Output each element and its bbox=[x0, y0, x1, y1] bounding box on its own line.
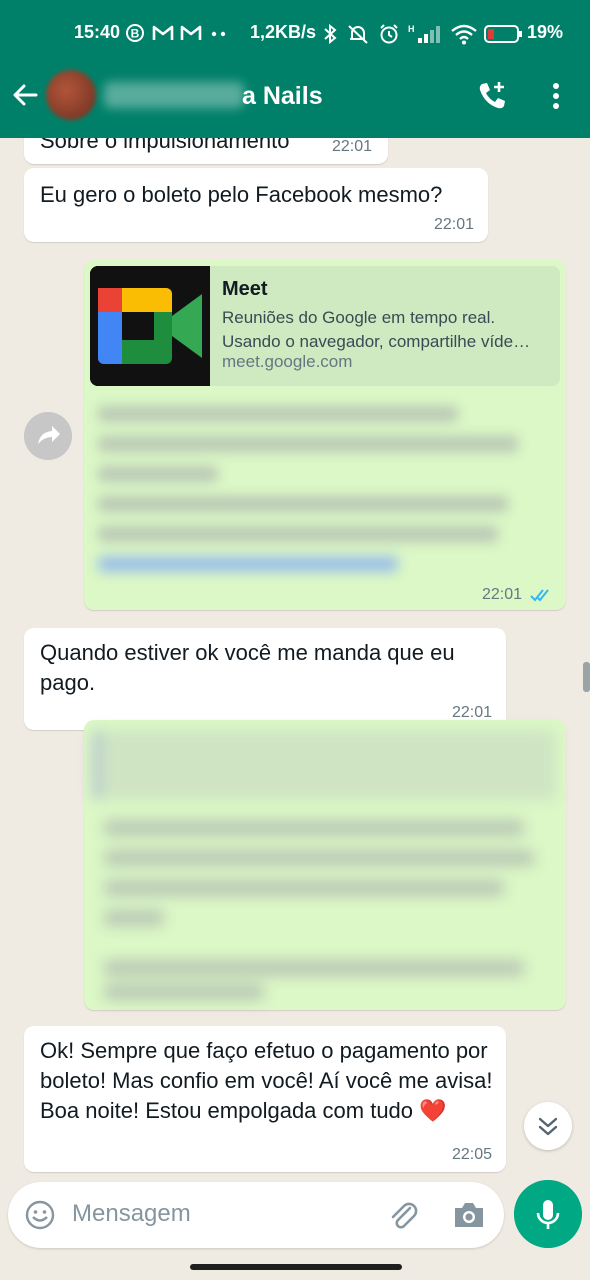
top-bar: 15:40 B 1,2KB/s H 19% a Nails bbox=[0, 0, 590, 138]
message-text: Eu gero o boleto pelo Facebook mesmo? bbox=[40, 182, 443, 207]
blurred-message-content bbox=[84, 720, 566, 1010]
message-bubble-outgoing-blurred[interactable] bbox=[84, 720, 566, 1010]
message-time: 22:01 bbox=[331, 138, 372, 155]
more-vert-icon[interactable] bbox=[546, 80, 566, 112]
scroll-down-button[interactable] bbox=[524, 1102, 572, 1150]
link-url: meet.google.com bbox=[222, 352, 353, 371]
signal-icon: H bbox=[408, 24, 440, 43]
svg-text:B: B bbox=[131, 27, 140, 41]
message-text: Sobre o impulsionamento bbox=[40, 138, 290, 153]
b-badge-icon: B bbox=[126, 24, 144, 42]
home-indicator[interactable] bbox=[190, 1264, 402, 1270]
read-ticks-icon bbox=[530, 589, 549, 602]
message-text: Quando estiver ok você me manda que eu p… bbox=[40, 640, 455, 695]
contact-name-blurred bbox=[104, 82, 244, 108]
message-text: Ok! Sempre que faço efetuo o pagamento p… bbox=[40, 1038, 493, 1123]
status-battery: 19% bbox=[527, 22, 564, 42]
contact-name[interactable]: a Nails bbox=[242, 82, 323, 111]
svg-text:H: H bbox=[408, 24, 415, 34]
bell-off-icon bbox=[348, 25, 368, 44]
mic-button[interactable] bbox=[514, 1180, 582, 1248]
link-description: Reuniões do Google em tempo real. Usando… bbox=[222, 308, 531, 351]
message-bubble-incoming[interactable]: Sobre o impulsionamento 22:01 bbox=[24, 138, 388, 164]
message-time: 22:01 bbox=[433, 216, 474, 233]
blurred-message-content bbox=[98, 398, 538, 588]
status-speed: 1,2KB/s bbox=[250, 22, 317, 42]
status-bar: 15:40 B 1,2KB/s H 19% bbox=[0, 0, 590, 66]
battery-icon bbox=[484, 25, 522, 43]
emoji-icon[interactable] bbox=[24, 1199, 56, 1231]
message-bubble-incoming[interactable]: Eu gero o boleto pelo Facebook mesmo? 22… bbox=[24, 168, 488, 242]
message-bubble-incoming[interactable]: Quando estiver ok você me manda que eu p… bbox=[24, 628, 506, 730]
gmail-icon bbox=[180, 25, 202, 40]
message-bubble-incoming[interactable]: Ok! Sempre que faço efetuo o pagamento p… bbox=[24, 1026, 506, 1172]
wifi-icon bbox=[451, 24, 477, 45]
dots-icon bbox=[211, 31, 226, 37]
gmail-icon bbox=[152, 25, 174, 40]
link-title: Meet bbox=[222, 278, 268, 300]
attach-icon[interactable] bbox=[386, 1198, 420, 1232]
message-input[interactable]: Mensagem bbox=[72, 1200, 191, 1228]
chat-area[interactable]: Sobre o impulsionamento 22:01 Eu gero o … bbox=[0, 138, 590, 1178]
message-bubble-outgoing[interactable]: Meet Reuniões do Google em tempo real. U… bbox=[84, 260, 566, 610]
avatar[interactable] bbox=[46, 70, 96, 120]
camera-icon[interactable] bbox=[452, 1200, 486, 1230]
forward-icon[interactable] bbox=[24, 412, 72, 460]
back-arrow-icon[interactable] bbox=[10, 80, 40, 110]
chat-header: a Nails bbox=[0, 66, 590, 138]
message-time: 22:01 bbox=[481, 586, 522, 603]
link-preview[interactable]: Meet Reuniões do Google em tempo real. U… bbox=[90, 266, 560, 386]
bluetooth-icon bbox=[324, 23, 337, 45]
message-input-bar[interactable]: Mensagem bbox=[8, 1182, 504, 1248]
scrollbar-thumb[interactable] bbox=[583, 662, 590, 692]
alarm-icon bbox=[380, 24, 398, 44]
google-meet-logo bbox=[90, 266, 210, 386]
status-time: 15:40 bbox=[74, 22, 121, 42]
message-time: 22:05 bbox=[451, 1146, 492, 1163]
add-call-icon[interactable] bbox=[476, 80, 512, 112]
